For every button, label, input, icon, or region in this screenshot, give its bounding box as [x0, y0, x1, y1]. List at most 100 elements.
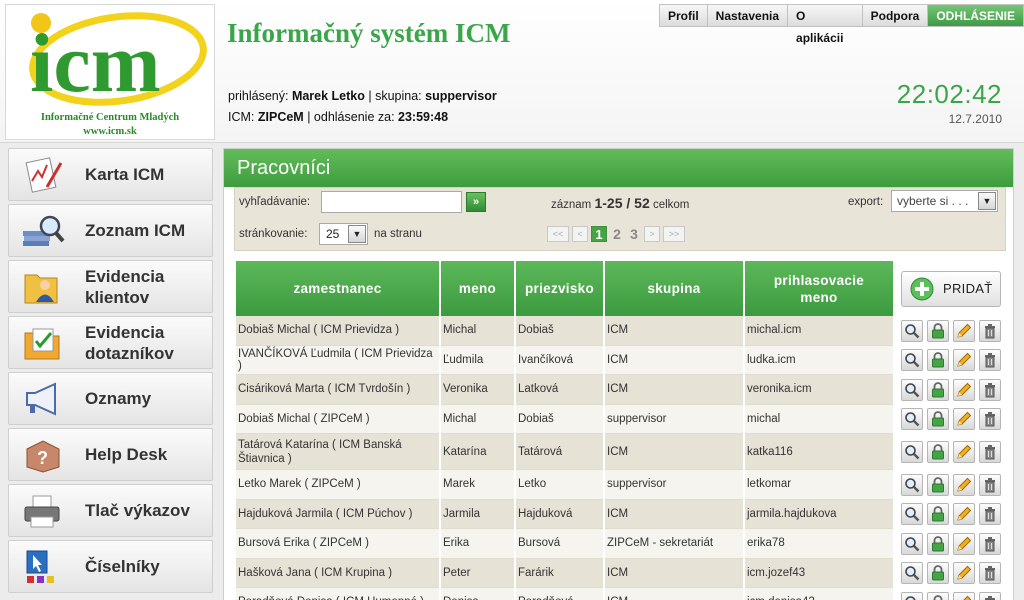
edit-button[interactable] [953, 562, 975, 585]
column-header[interactable]: zamestnanec [236, 261, 439, 316]
sidebar-item-tlac-vykazov[interactable]: Tlač výkazov [8, 484, 213, 537]
table-cell: Jarmila [441, 499, 514, 529]
permissions-button[interactable] [927, 319, 949, 342]
paging-label: stránkovanie: [239, 228, 308, 240]
table-row[interactable]: Bursová Erika ( ZIPCeM ) Erika Bursová ZIPC… [236, 529, 1007, 559]
table-row[interactable]: Poradňová Denisa ( ICM Humenné )DenisaPo… [236, 588, 1007, 600]
column-header[interactable]: prihlasovacie meno [745, 261, 893, 316]
magnifier-icon [905, 536, 920, 552]
delete-button[interactable] [979, 319, 1001, 342]
column-header[interactable]: skupina [605, 261, 743, 316]
permissions-button[interactable] [927, 473, 949, 496]
icm-logo[interactable]: icm Informačné Centrum Mladých www.icm.s… [5, 4, 215, 140]
nav-profil[interactable]: Profil [659, 4, 708, 27]
app-title: Informačný systém ICM [227, 18, 511, 48]
edit-button[interactable] [953, 408, 975, 431]
table-cell: ICM [605, 588, 743, 600]
table-row[interactable]: Cisáriková Marta ( ICM Tvrdošín ) Veronik… [236, 375, 1007, 405]
sidebar-item-evidencia-klientov[interactable]: Evidencia klientov [8, 260, 213, 313]
edit-button[interactable] [953, 532, 975, 555]
view-button[interactable] [901, 473, 923, 496]
sidebar-item-evidencia-dotaznikov[interactable]: Evidencia dotazníkov [8, 316, 213, 369]
sidebar-item-karta-icm[interactable]: Karta ICM [8, 148, 213, 201]
search-go-button[interactable]: » [466, 192, 486, 212]
table-cell: jarmila.hajdukova [745, 499, 893, 529]
table-cell: Cisáriková Marta ( ICM Tvrdošín ) [236, 375, 439, 405]
sidebar-item-help-desk[interactable]: ? Help Desk [8, 428, 213, 481]
pager-next-button[interactable]: > [644, 226, 660, 242]
delete-button[interactable] [979, 532, 1001, 555]
edit-button[interactable] [953, 473, 975, 496]
pager-prev-button[interactable]: < [572, 226, 588, 242]
column-header[interactable]: priezvisko [516, 261, 603, 316]
edit-button[interactable] [953, 591, 975, 600]
view-button[interactable] [901, 441, 923, 463]
table-row[interactable]: Letko Marek ( ZIPCeM ) Marek Letko suppervi… [236, 470, 1007, 500]
delete-button[interactable] [979, 349, 1001, 372]
view-button[interactable] [901, 532, 923, 555]
pager-page-2[interactable]: 2 [610, 226, 624, 242]
row-actions [895, 470, 1007, 500]
pencil-icon [957, 566, 972, 580]
edit-button[interactable] [953, 378, 975, 401]
export-select[interactable]: vyberte si . . . ▼ [891, 190, 998, 212]
sidebar-item-ciselniky[interactable]: Číselníky [8, 540, 213, 593]
add-button[interactable]: PRIDAŤ [901, 270, 1001, 307]
table-row[interactable]: Hajduková Jarmila ( ICM Púchov ) Jarmila H… [236, 499, 1007, 529]
nav-nastavenia[interactable]: Nastavenia [707, 4, 789, 27]
add-icon [910, 277, 934, 300]
logout-button[interactable]: ODHLÁSENIE [928, 4, 1024, 27]
view-button[interactable] [901, 319, 923, 342]
delete-button[interactable] [979, 473, 1001, 496]
permissions-button[interactable] [927, 378, 949, 401]
edit-button[interactable] [953, 349, 975, 372]
view-button[interactable] [901, 408, 923, 431]
permissions-button[interactable] [927, 532, 949, 555]
view-button[interactable] [901, 503, 923, 526]
edit-button[interactable] [953, 319, 975, 342]
table-cell: icm.denisa42 [745, 588, 893, 600]
table-row[interactable]: IVANČÍKOVÁ Ľudmila ( ICM Prievidza ) Ľudm… [236, 345, 1007, 375]
table-cell: Dobiaš [516, 404, 603, 434]
delete-button[interactable] [979, 503, 1001, 526]
delete-button[interactable] [979, 441, 1001, 463]
pager-page-1[interactable]: 1 [591, 226, 607, 242]
chevron-down-icon: ▼ [978, 192, 996, 210]
delete-button[interactable] [979, 378, 1001, 401]
pager-last-button[interactable]: >> [663, 226, 685, 242]
table-row[interactable]: Tatárová Katarína ( ICM Banská Štiavnica… [236, 434, 1007, 470]
nav-o-aplikacii[interactable]: O aplikácii [788, 4, 863, 45]
view-button[interactable] [901, 349, 923, 372]
row-actions [895, 434, 1007, 470]
pager-page-3[interactable]: 3 [627, 226, 641, 242]
delete-button[interactable] [979, 562, 1001, 585]
column-header[interactable]: meno [441, 261, 514, 316]
table-row[interactable]: Hašková Jana ( ICM Krupina ) Peter Farárik… [236, 558, 1007, 589]
delete-button[interactable] [979, 591, 1001, 600]
row-actions [895, 316, 1007, 346]
table-row[interactable]: Dobiaš Michal ( ICM Prievidza ) Michal Dob… [236, 316, 1007, 346]
permissions-button[interactable] [927, 562, 949, 585]
table-cell: Erika [441, 529, 514, 559]
row-actions [895, 559, 1007, 589]
permissions-button[interactable] [927, 591, 949, 600]
table-row[interactable]: Dobiaš Michal ( ZIPCeM ) Michal Dobiaš supp… [236, 404, 1007, 434]
delete-button[interactable] [979, 408, 1001, 431]
search-input[interactable] [321, 191, 462, 213]
table-cell: Dobiaš Michal ( ZIPCeM ) [236, 404, 439, 434]
view-button[interactable] [901, 378, 923, 401]
edit-button[interactable] [953, 441, 975, 463]
sidebar-item-zoznam-icm[interactable]: Zoznam ICM [8, 204, 213, 257]
view-button[interactable] [901, 591, 923, 600]
permissions-button[interactable] [927, 408, 949, 431]
permissions-button[interactable] [927, 441, 949, 463]
edit-button[interactable] [953, 503, 975, 526]
sidebar-item-oznamy[interactable]: Oznamy [8, 372, 213, 425]
table-cell: Bursová [516, 529, 603, 559]
permissions-button[interactable] [927, 349, 949, 372]
pager-first-button[interactable]: << [547, 226, 569, 242]
nav-podpora[interactable]: Podpora [862, 4, 929, 27]
per-page-select[interactable]: 25 ▼ [319, 223, 368, 245]
permissions-button[interactable] [927, 503, 949, 526]
view-button[interactable] [901, 562, 923, 585]
